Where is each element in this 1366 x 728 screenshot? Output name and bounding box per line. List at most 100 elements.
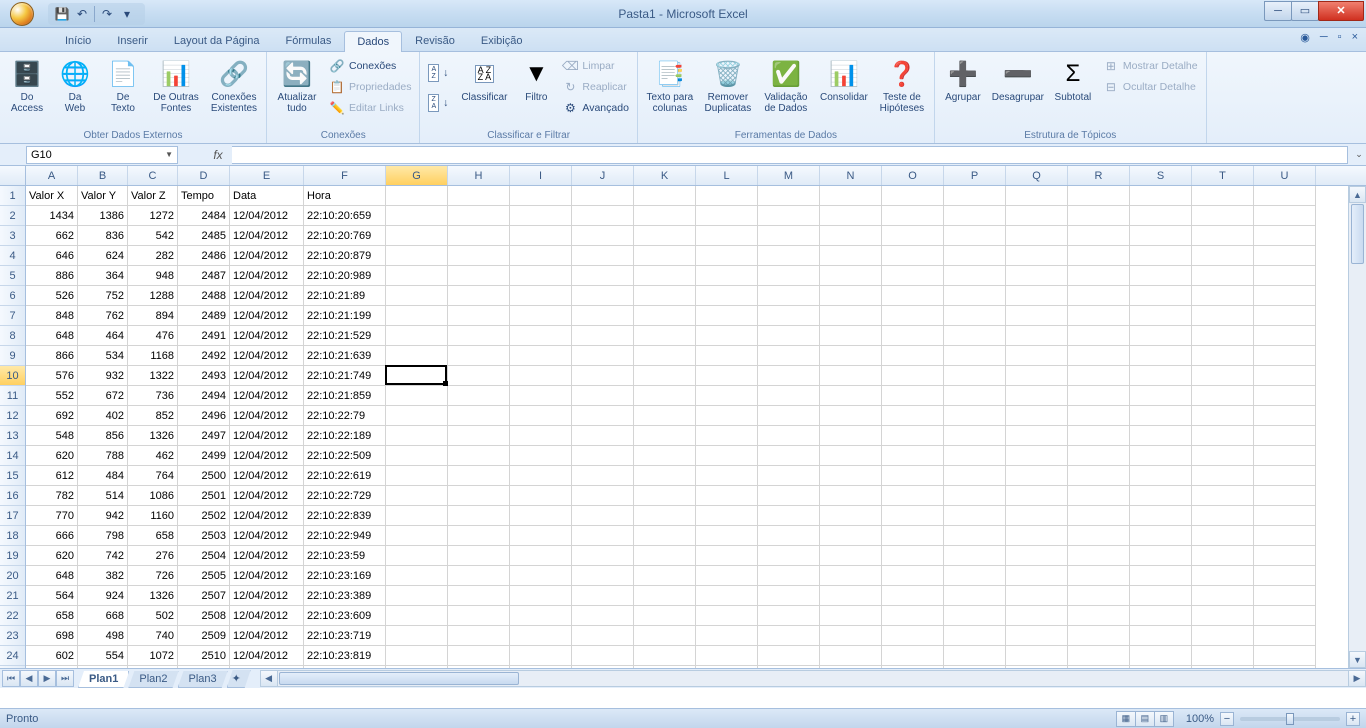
- office-button[interactable]: [2, 0, 42, 28]
- col-header-G[interactable]: G: [386, 166, 448, 185]
- cell-A6[interactable]: 526: [26, 286, 78, 306]
- cell-C18[interactable]: 658: [128, 526, 178, 546]
- cell-F5[interactable]: 22:10:20:989: [304, 266, 386, 286]
- cell-H7[interactable]: [448, 306, 510, 326]
- cell-Q5[interactable]: [1006, 266, 1068, 286]
- cell-G21[interactable]: [386, 586, 448, 606]
- cell-R17[interactable]: [1068, 506, 1130, 526]
- cell-P4[interactable]: [944, 246, 1006, 266]
- cell-P12[interactable]: [944, 406, 1006, 426]
- cell-R2[interactable]: [1068, 206, 1130, 226]
- cell-K9[interactable]: [634, 346, 696, 366]
- cell-T19[interactable]: [1192, 546, 1254, 566]
- filter-button[interactable]: ▼Filtro: [516, 54, 556, 103]
- cell-E6[interactable]: 12/04/2012: [230, 286, 304, 306]
- cell-A12[interactable]: 692: [26, 406, 78, 426]
- cell-U7[interactable]: [1254, 306, 1316, 326]
- cell-B25[interactable]: 996: [78, 666, 128, 668]
- cell-C2[interactable]: 1272: [128, 206, 178, 226]
- cell-E2[interactable]: 12/04/2012: [230, 206, 304, 226]
- cell-M14[interactable]: [758, 446, 820, 466]
- cell-G12[interactable]: [386, 406, 448, 426]
- cell-G9[interactable]: [386, 346, 448, 366]
- cell-P24[interactable]: [944, 646, 1006, 666]
- cell-O25[interactable]: [882, 666, 944, 668]
- scroll-thumb[interactable]: [1351, 204, 1364, 264]
- cell-S20[interactable]: [1130, 566, 1192, 586]
- cell-I5[interactable]: [510, 266, 572, 286]
- cell-S12[interactable]: [1130, 406, 1192, 426]
- cell-N25[interactable]: [820, 666, 882, 668]
- cell-M6[interactable]: [758, 286, 820, 306]
- cell-H2[interactable]: [448, 206, 510, 226]
- cell-N19[interactable]: [820, 546, 882, 566]
- cell-B2[interactable]: 1386: [78, 206, 128, 226]
- cell-U20[interactable]: [1254, 566, 1316, 586]
- cell-B11[interactable]: 672: [78, 386, 128, 406]
- cell-Q4[interactable]: [1006, 246, 1068, 266]
- cell-B5[interactable]: 364: [78, 266, 128, 286]
- cell-O15[interactable]: [882, 466, 944, 486]
- cell-O17[interactable]: [882, 506, 944, 526]
- cell-E1[interactable]: Data: [230, 186, 304, 206]
- cell-I1[interactable]: [510, 186, 572, 206]
- cell-K21[interactable]: [634, 586, 696, 606]
- cell-B8[interactable]: 464: [78, 326, 128, 346]
- cell-E13[interactable]: 12/04/2012: [230, 426, 304, 446]
- cell-E11[interactable]: 12/04/2012: [230, 386, 304, 406]
- cell-M13[interactable]: [758, 426, 820, 446]
- cell-K2[interactable]: [634, 206, 696, 226]
- cell-Q18[interactable]: [1006, 526, 1068, 546]
- cell-K25[interactable]: [634, 666, 696, 668]
- cell-I10[interactable]: [510, 366, 572, 386]
- cell-N2[interactable]: [820, 206, 882, 226]
- cell-T18[interactable]: [1192, 526, 1254, 546]
- cell-K10[interactable]: [634, 366, 696, 386]
- cell-I18[interactable]: [510, 526, 572, 546]
- cell-C24[interactable]: 1072: [128, 646, 178, 666]
- cell-L18[interactable]: [696, 526, 758, 546]
- row-header-14[interactable]: 14: [0, 446, 25, 466]
- cell-E24[interactable]: 12/04/2012: [230, 646, 304, 666]
- cell-S24[interactable]: [1130, 646, 1192, 666]
- cell-R11[interactable]: [1068, 386, 1130, 406]
- zoom-in-button[interactable]: +: [1346, 712, 1360, 726]
- cell-O21[interactable]: [882, 586, 944, 606]
- cell-E9[interactable]: 12/04/2012: [230, 346, 304, 366]
- select-all-corner[interactable]: [0, 166, 26, 185]
- cell-R12[interactable]: [1068, 406, 1130, 426]
- cell-G4[interactable]: [386, 246, 448, 266]
- cell-J16[interactable]: [572, 486, 634, 506]
- cell-S23[interactable]: [1130, 626, 1192, 646]
- cell-R9[interactable]: [1068, 346, 1130, 366]
- cell-I21[interactable]: [510, 586, 572, 606]
- cell-G20[interactable]: [386, 566, 448, 586]
- cell-N24[interactable]: [820, 646, 882, 666]
- cell-C19[interactable]: 276: [128, 546, 178, 566]
- cell-U18[interactable]: [1254, 526, 1316, 546]
- cell-E19[interactable]: 12/04/2012: [230, 546, 304, 566]
- cell-C5[interactable]: 948: [128, 266, 178, 286]
- cell-O1[interactable]: [882, 186, 944, 206]
- cell-R13[interactable]: [1068, 426, 1130, 446]
- cell-R3[interactable]: [1068, 226, 1130, 246]
- cell-A20[interactable]: 648: [26, 566, 78, 586]
- cell-Q24[interactable]: [1006, 646, 1068, 666]
- cell-A14[interactable]: 620: [26, 446, 78, 466]
- cell-L14[interactable]: [696, 446, 758, 466]
- cell-A22[interactable]: 658: [26, 606, 78, 626]
- row-header-10[interactable]: 10: [0, 366, 25, 386]
- cell-F2[interactable]: 22:10:20:659: [304, 206, 386, 226]
- cell-L17[interactable]: [696, 506, 758, 526]
- maximize-button[interactable]: ▭: [1291, 1, 1319, 21]
- cell-F11[interactable]: 22:10:21:859: [304, 386, 386, 406]
- cell-G14[interactable]: [386, 446, 448, 466]
- cell-T6[interactable]: [1192, 286, 1254, 306]
- data-validation-button[interactable]: ✅Validaçãode Dados: [758, 54, 814, 114]
- row-header-6[interactable]: 6: [0, 286, 25, 306]
- cell-G19[interactable]: [386, 546, 448, 566]
- row-header-13[interactable]: 13: [0, 426, 25, 446]
- cell-H14[interactable]: [448, 446, 510, 466]
- cell-M17[interactable]: [758, 506, 820, 526]
- cell-N3[interactable]: [820, 226, 882, 246]
